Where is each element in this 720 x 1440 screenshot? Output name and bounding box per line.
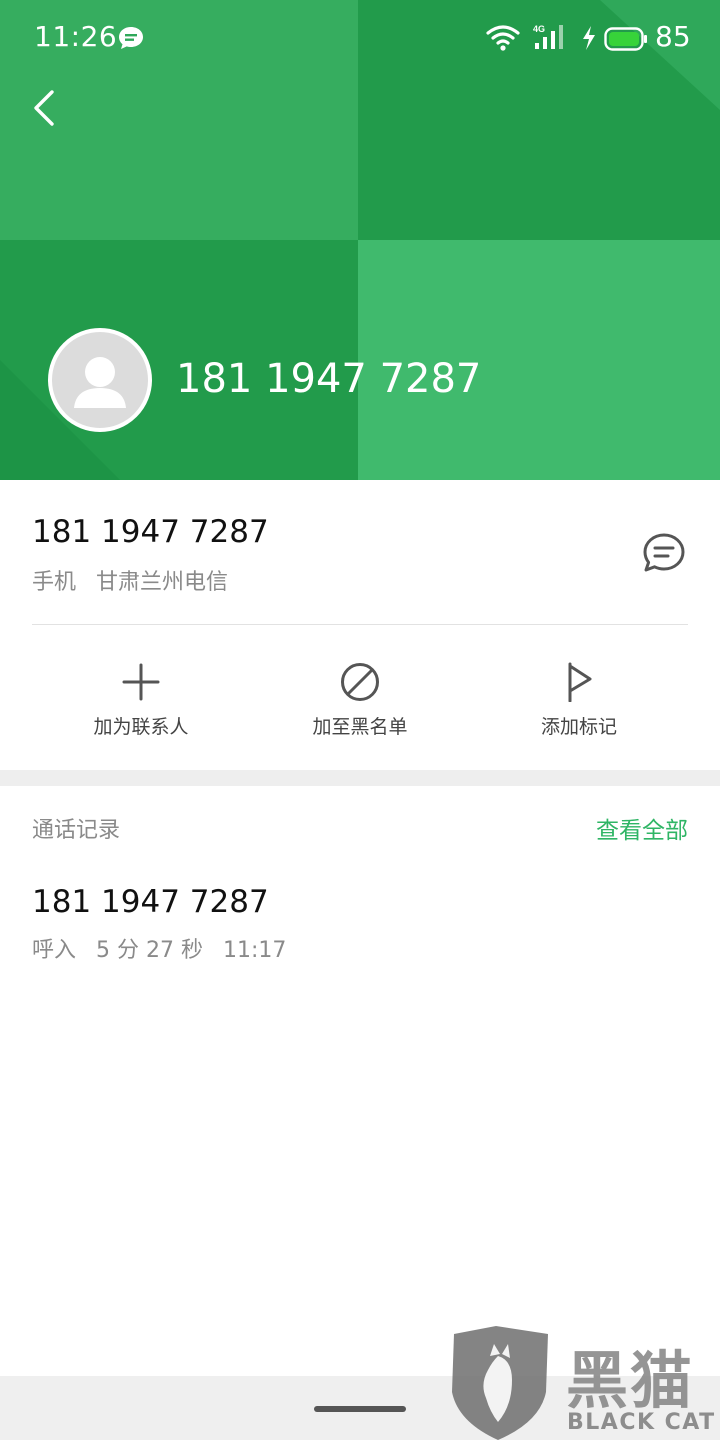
home-gesture-handle[interactable] (314, 1406, 406, 1412)
avatar (48, 328, 152, 432)
contact-header: 11:26 4G 85 181 1947 7287 (0, 0, 720, 480)
back-arrow-icon (34, 90, 54, 126)
call-log-meta: 呼入 5 分 27 秒 11:17 (32, 932, 306, 964)
call-direction: 呼入 (32, 938, 77, 963)
call-log-number: 181 1947 7287 (32, 884, 269, 920)
back-button[interactable] (24, 84, 68, 132)
divider (32, 624, 688, 625)
view-all-link[interactable]: 查看全部 (596, 811, 688, 845)
status-bar: 11:26 4G 85 (0, 0, 720, 76)
message-icon (643, 533, 685, 572)
add-contact-label: 加为联系人 (93, 716, 189, 738)
status-time: 11:26 (34, 20, 118, 53)
header-phone-number: 181 1947 7287 (176, 356, 482, 402)
call-log-item[interactable]: 181 1947 7287 呼入 5 分 27 秒 11:17 (0, 870, 720, 980)
add-tag-label: 添加标记 (540, 716, 617, 738)
add-contact-button[interactable]: 加为联系人 (51, 656, 231, 739)
add-to-blacklist-label: 加至黑名单 (312, 716, 408, 738)
block-icon (341, 663, 379, 701)
number-type-label: 手机 (32, 570, 77, 595)
plus-icon (122, 663, 160, 701)
watermark-english-text: BLACK CAT (567, 1410, 716, 1435)
charging-icon (583, 26, 595, 50)
cellular-signal-icon: 4G (533, 24, 563, 49)
battery-icon (604, 27, 647, 51)
battery-level: 85 (655, 20, 691, 53)
wifi-icon (486, 25, 520, 51)
phone-number[interactable]: 181 1947 7287 (32, 514, 269, 550)
call-log-title: 通话记录 (32, 818, 121, 843)
watermark-chinese-text: 黑猫 (566, 1344, 695, 1417)
default-person-icon (74, 357, 126, 408)
number-details: 手机 甘肃兰州电信 (32, 564, 228, 596)
call-time: 11:17 (223, 938, 287, 963)
number-location: 甘肃兰州电信 (96, 570, 229, 595)
add-to-blacklist-button[interactable]: 加至黑名单 (270, 656, 450, 739)
call-duration: 5 分 27 秒 (96, 938, 203, 963)
message-notification-icon (119, 27, 143, 49)
flag-icon (568, 662, 592, 702)
section-separator (0, 770, 720, 786)
add-tag-button[interactable]: 添加标记 (489, 656, 669, 739)
action-row: 加为联系人 加至黑名单 添加标记 (0, 656, 720, 756)
network-type-label: 4G (533, 24, 545, 34)
send-message-button[interactable] (640, 530, 688, 578)
